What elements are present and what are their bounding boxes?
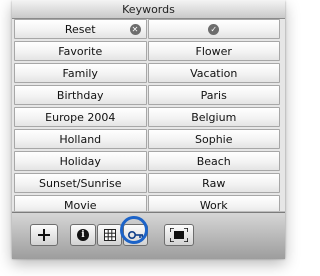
reset-keyword-button[interactable]: Reset ✕ <box>14 19 147 39</box>
reset-label: Reset <box>64 22 96 36</box>
keyword-button[interactable]: Europe 2004 <box>14 107 147 127</box>
checkmark-keyword-button[interactable]: ✓ <box>147 19 280 39</box>
keyword-button[interactable]: Paris <box>147 85 280 105</box>
info-icon: i <box>77 229 89 241</box>
keyword-row: Europe 2004 Belgium <box>14 107 280 127</box>
keyword-button[interactable]: Vacation <box>147 63 280 83</box>
keyword-button[interactable]: Raw <box>147 173 280 193</box>
info-button[interactable]: i <box>70 224 96 246</box>
x-circle-icon: ✕ <box>129 24 141 35</box>
keyword-row: Sunset/Sunrise Raw <box>14 173 280 193</box>
keywords-panel: Keywords Reset ✕ ✓ Favorite Flower Famil… <box>12 0 285 259</box>
add-button[interactable] <box>30 224 58 246</box>
keyword-button[interactable]: Holiday <box>14 151 147 171</box>
keyword-button[interactable]: Flower <box>147 41 280 61</box>
keyword-row: Holiday Beach <box>14 151 280 171</box>
keywords-title: Keywords <box>122 2 175 16</box>
fullscreen-button[interactable] <box>164 224 194 246</box>
keyword-row: Birthday Paris <box>14 85 280 105</box>
grid-icon <box>98 225 121 245</box>
checkmark-circle-icon: ✓ <box>208 23 220 35</box>
fullscreen-icon <box>165 225 193 245</box>
highlight-circle <box>120 216 148 244</box>
table-view-button[interactable] <box>97 224 122 246</box>
keyword-button[interactable]: Sophie <box>147 129 280 149</box>
keyword-grid: Reset ✕ ✓ Favorite Flower Family Vacatio… <box>14 19 280 215</box>
keyword-button[interactable]: Belgium <box>147 107 280 127</box>
bottom-toolbar: i <box>12 212 285 259</box>
keyword-button[interactable]: Favorite <box>14 41 147 61</box>
keyword-button[interactable]: Beach <box>147 151 280 171</box>
plus-icon <box>31 225 57 245</box>
keyword-button[interactable]: Family <box>14 63 147 83</box>
keyword-row: Reset ✕ ✓ <box>14 19 280 39</box>
keyword-button[interactable]: Birthday <box>14 85 147 105</box>
keyword-row: Favorite Flower <box>14 41 280 61</box>
keyword-row: Holland Sophie <box>14 129 280 149</box>
keywords-header: Keywords <box>12 0 285 19</box>
keyword-row: Family Vacation <box>14 63 280 83</box>
keyword-button[interactable]: Sunset/Sunrise <box>14 173 147 193</box>
keyword-button[interactable]: Holland <box>14 129 147 149</box>
